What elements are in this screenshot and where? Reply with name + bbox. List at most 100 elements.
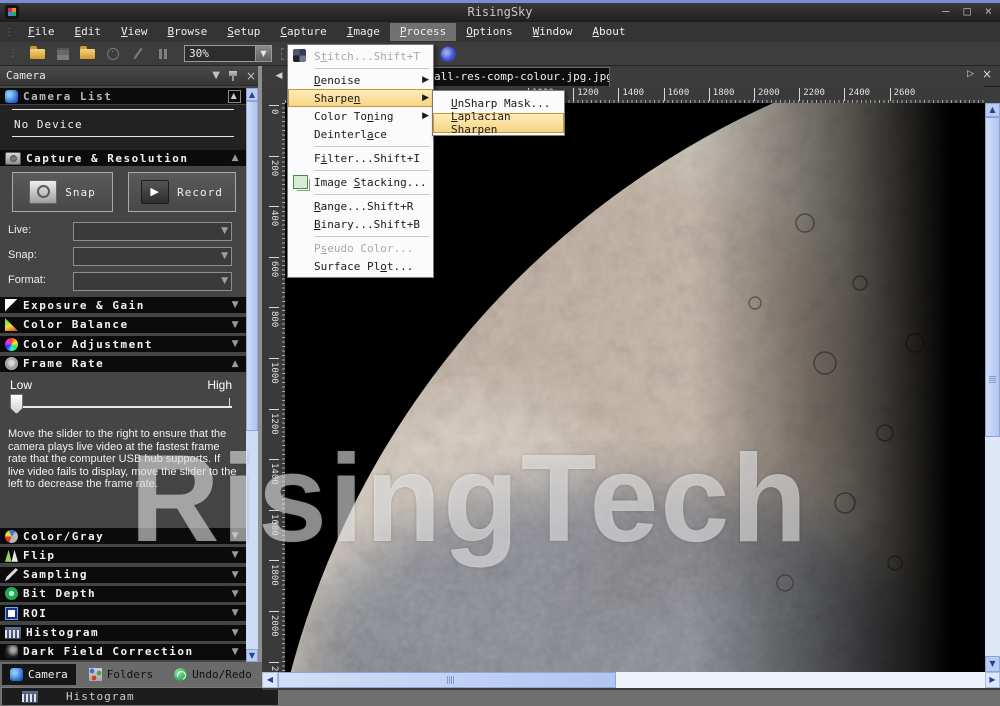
menu-item-image-stacking[interactable]: Image Stacking... <box>288 173 433 191</box>
chevron-down-icon[interactable]: ▼ <box>232 647 240 657</box>
vertical-scrollbar[interactable]: ▲ ▼ <box>985 103 1000 672</box>
chevron-down-icon[interactable]: ▼ <box>232 339 240 349</box>
section-histogram[interactable]: Histogram ▼ <box>0 625 246 641</box>
record-button[interactable]: ▶ Record <box>128 172 236 212</box>
snap-button[interactable]: Snap <box>12 172 113 212</box>
zoom-dropdown-button[interactable]: ▼ <box>256 45 272 62</box>
chevron-down-icon[interactable]: ▼ <box>221 276 228 286</box>
submenu-arrow-icon: ▶ <box>422 111 429 121</box>
menu-image[interactable]: Image <box>337 23 390 41</box>
menu-options[interactable]: Options <box>456 23 522 41</box>
tab-scroll-left-icon[interactable]: ◀ <box>272 69 286 83</box>
section-flip[interactable]: Flip▼ <box>0 547 246 563</box>
panel-scrollbar[interactable]: ▲ ▼ <box>246 88 258 662</box>
section-color-gray[interactable]: Color/Gray▼ <box>0 528 246 544</box>
menu-item-filter[interactable]: Filter...Shift+I <box>288 149 433 167</box>
section-bit-depth[interactable]: Bit Depth▼ <box>0 586 246 602</box>
chevron-up-icon[interactable]: ▲ <box>232 359 240 369</box>
chevron-down-icon[interactable]: ▼ <box>221 226 228 236</box>
stacking-icon <box>293 175 308 189</box>
menu-browse[interactable]: Browse <box>158 23 218 41</box>
menu-setup[interactable]: Setup <box>217 23 270 41</box>
section-roi[interactable]: ROI▼ <box>0 605 246 621</box>
chevron-down-icon[interactable]: ▼ <box>232 628 240 638</box>
flip-icon <box>5 549 18 562</box>
chevron-down-icon[interactable]: ▼ <box>232 300 240 310</box>
settings-button[interactable] <box>438 45 457 63</box>
dock-tab-folders[interactable]: Folders <box>81 664 161 685</box>
scroll-down-icon[interactable]: ▼ <box>246 649 258 662</box>
close-button[interactable]: × <box>985 4 992 18</box>
menu-item-pseudo-color[interactable]: Pseudo Color... <box>288 239 433 257</box>
chevron-down-icon[interactable]: ▼ <box>232 320 240 330</box>
menu-item-binary[interactable]: Binary...Shift+B <box>288 215 433 233</box>
chevron-down-icon[interactable]: ▼ <box>232 608 240 618</box>
section-sampling[interactable]: Sampling▼ <box>0 567 246 583</box>
scroll-up-icon[interactable]: ▲ <box>985 103 1000 117</box>
dock-tab-undo-redo[interactable]: Undo/Redo <box>166 664 260 685</box>
section-exposure-gain[interactable]: Exposure & Gain▼ <box>0 297 246 313</box>
menu-item-color-toning[interactable]: Color Toning▶ <box>288 107 433 125</box>
history-button <box>103 45 122 63</box>
tab-close-icon[interactable]: × <box>982 67 992 81</box>
panel-scrollbar-thumb[interactable] <box>246 101 258 431</box>
maximize-button[interactable]: □ <box>964 4 971 18</box>
image-tab[interactable]: all-res-comp-colour.jpg.jpg <box>428 67 610 86</box>
open-file-button[interactable] <box>28 45 47 63</box>
histogram-panel-header[interactable]: Histogram <box>1 687 279 706</box>
chevron-down-icon[interactable]: ▼ <box>221 251 228 261</box>
folder-open-icon <box>30 49 45 59</box>
snap-select[interactable]: ▼ <box>73 247 232 266</box>
sampling-icon <box>5 568 18 581</box>
live-select[interactable]: ▼ <box>73 222 232 241</box>
h-ruler-label: 2200 <box>799 88 825 101</box>
scroll-down-icon[interactable]: ▼ <box>985 656 1000 672</box>
open-folder-button[interactable] <box>78 45 97 63</box>
submenu-item-laplacian-sharpen[interactable]: Laplacian Sharpen <box>433 113 564 133</box>
section-color-balance[interactable]: Color Balance▼ <box>0 317 246 333</box>
pin-icon[interactable] <box>229 71 237 81</box>
menu-item-deinterlace[interactable]: Deinterlace <box>288 125 433 143</box>
roi-icon <box>5 607 18 620</box>
panel-menu-button[interactable]: ▼ <box>212 66 220 86</box>
scroll-up-icon[interactable]: ▲ <box>246 88 258 101</box>
panel-close-button[interactable]: × <box>246 66 256 86</box>
horizontal-scrollbar-thumb[interactable] <box>278 672 616 688</box>
chevron-down-icon[interactable]: ▼ <box>232 570 240 580</box>
menu-process[interactable]: Process <box>390 23 456 41</box>
menu-item-sharpen[interactable]: Sharpen▶ <box>288 89 433 107</box>
chevron-down-icon[interactable]: ▼ <box>232 550 240 560</box>
scroll-left-icon[interactable]: ◀ <box>262 672 278 688</box>
menu-window[interactable]: Window <box>523 23 583 41</box>
menu-item-range[interactable]: Range...Shift+R <box>288 197 433 215</box>
section-color-adjustment[interactable]: Color Adjustment▼ <box>0 336 246 352</box>
scroll-right-icon[interactable]: ▶ <box>985 672 1000 688</box>
section-frame-rate[interactable]: Frame Rate▲ <box>0 356 246 372</box>
zoom-value[interactable]: 30% <box>184 45 256 62</box>
section-capture-resolution[interactable]: Capture & Resolution ▲ <box>0 150 246 166</box>
section-label: Histogram <box>26 626 99 639</box>
frame-rate-slider-track[interactable] <box>14 406 232 408</box>
format-select[interactable]: ▼ <box>73 272 232 291</box>
menu-item-surface-plot[interactable]: Surface Plot... <box>288 257 433 275</box>
zoom-combo[interactable]: 30% ▼ <box>184 45 272 62</box>
chevron-down-icon[interactable]: ▼ <box>232 531 240 541</box>
expand-box-icon[interactable]: ▲ <box>228 90 241 103</box>
chevron-down-icon[interactable]: ▼ <box>232 589 240 599</box>
menu-view[interactable]: View <box>111 23 158 41</box>
menu-item-denoise[interactable]: Denoise▶ <box>288 71 433 89</box>
tab-scroll-right-icon[interactable]: ▷ <box>967 69 974 79</box>
section-dark-field-correction[interactable]: Dark Field Correction▼ <box>0 644 246 660</box>
menu-edit[interactable]: Edit <box>65 23 112 41</box>
menu-about[interactable]: About <box>582 23 635 41</box>
folders-icon <box>89 668 102 681</box>
menu-item-stitch[interactable]: Stitch...Shift+T <box>288 47 433 65</box>
menu-capture[interactable]: Capture <box>270 23 336 41</box>
section-camera-list[interactable]: Camera List ▲ <box>0 88 246 104</box>
horizontal-scrollbar[interactable]: ◀ <box>262 672 985 688</box>
vertical-scrollbar-thumb[interactable] <box>985 117 1000 437</box>
dock-tab-camera[interactable]: Camera <box>2 664 76 685</box>
menu-file[interactable]: File <box>18 23 65 41</box>
frame-rate-slider-thumb[interactable] <box>10 394 23 414</box>
minimize-button[interactable]: – <box>942 4 949 18</box>
